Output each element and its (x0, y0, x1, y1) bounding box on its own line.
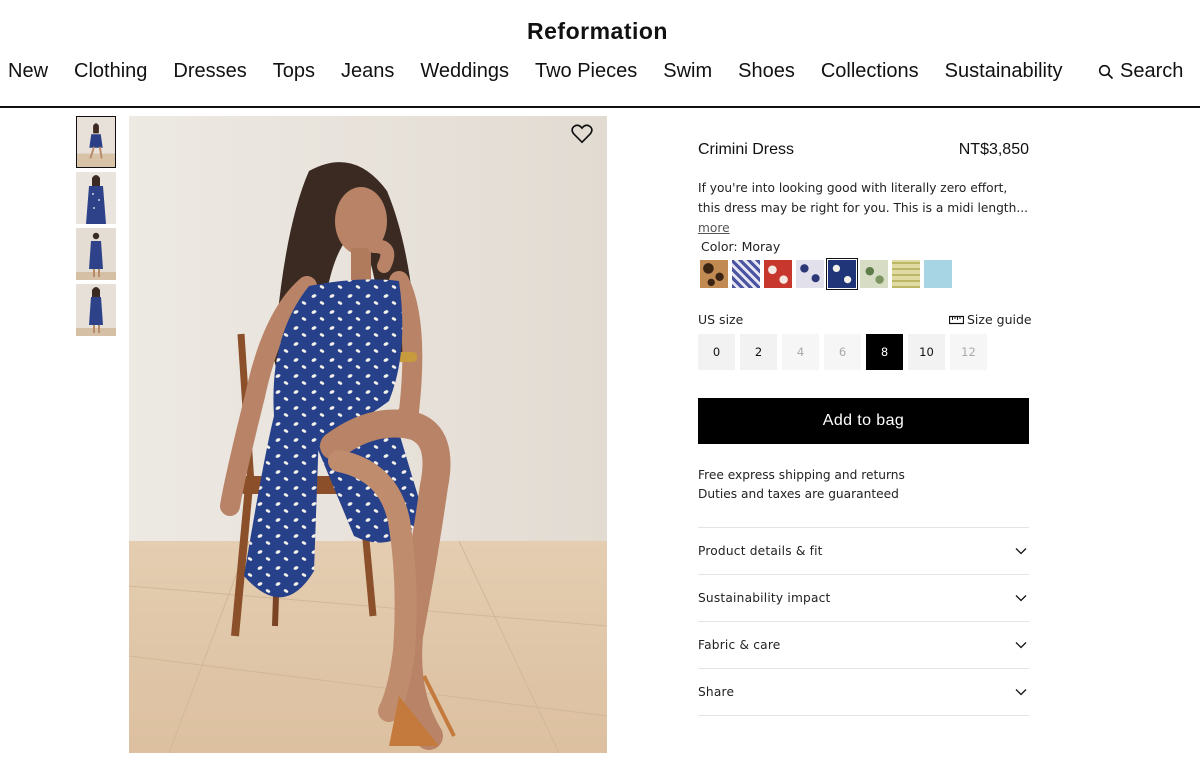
swatch-green-floral[interactable] (860, 260, 888, 288)
size-option-6[interactable]: 6 (824, 334, 861, 370)
swatch-blue-floral[interactable] (732, 260, 760, 288)
nav-item-weddings[interactable]: Weddings (420, 60, 509, 90)
chevron-down-icon (1015, 689, 1027, 696)
nav-item-jeans[interactable]: Jeans (341, 60, 394, 90)
size-option-10[interactable]: 10 (908, 334, 945, 370)
shipping-info: Free express shipping and returns Duties… (698, 466, 905, 504)
size-guide-label: Size guide (967, 312, 1032, 327)
nav-divider (0, 106, 1200, 108)
size-option-4[interactable]: 4 (782, 334, 819, 370)
description-text: If you're into looking good with literal… (698, 181, 1028, 215)
swatch-leopard[interactable] (700, 260, 728, 288)
thumbnail-4[interactable] (76, 284, 116, 336)
search-label: Search (1120, 60, 1184, 82)
search-button[interactable]: Search (1098, 60, 1183, 83)
add-to-bag-button[interactable]: Add to bag (698, 398, 1029, 444)
thumbnail-list (76, 116, 118, 340)
accordion-share[interactable]: Share (698, 669, 1029, 716)
brand-logo[interactable]: Reformation (0, 18, 1195, 45)
nav-item-collections[interactable]: Collections (821, 60, 919, 90)
size-option-12[interactable]: 12 (950, 334, 987, 370)
swatch-light-blue[interactable] (924, 260, 952, 288)
size-option-8[interactable]: 8 (866, 334, 903, 370)
shipping-line-2: Duties and taxes are guaranteed (698, 487, 899, 501)
nav-item-dresses[interactable]: Dresses (173, 60, 246, 90)
product-hero-image[interactable] (129, 116, 607, 753)
accordion-product-details[interactable]: Product details & fit (698, 528, 1029, 575)
product-description: If you're into looking good with literal… (698, 178, 1029, 238)
thumbnail-2[interactable] (76, 172, 116, 224)
nav-item-tops[interactable]: Tops (273, 60, 315, 90)
accordion-label: Product details & fit (698, 544, 823, 558)
thumbnail-3[interactable] (76, 228, 116, 280)
swatch-navy-dot[interactable] (796, 260, 824, 288)
product-name: Crimini Dress (698, 141, 794, 158)
color-label: Color: Moray (701, 239, 781, 254)
swatch-red-floral[interactable] (764, 260, 792, 288)
more-link[interactable]: more (698, 221, 730, 235)
nav-item-new[interactable]: New (8, 60, 48, 90)
chevron-down-icon (1015, 642, 1027, 649)
size-guide-link[interactable]: Size guide (949, 312, 1032, 327)
color-swatches (700, 258, 952, 290)
chevron-down-icon (1015, 548, 1027, 555)
search-icon (1098, 64, 1114, 79)
product-price: NT$3,850 (958, 141, 1029, 158)
product-accordion: Product details & fit Sustainability imp… (698, 527, 1029, 716)
heart-icon[interactable] (571, 124, 593, 144)
swatch-yellow-check[interactable] (892, 260, 920, 288)
accordion-label: Sustainability impact (698, 591, 831, 605)
size-selector: 0 2 4 6 8 10 12 (698, 334, 987, 370)
nav-item-two-pieces[interactable]: Two Pieces (535, 60, 637, 90)
nav-item-swim[interactable]: Swim (663, 60, 712, 90)
size-option-2[interactable]: 2 (740, 334, 777, 370)
thumbnail-1[interactable] (76, 116, 116, 168)
accordion-label: Share (698, 685, 735, 699)
size-label: US size (698, 312, 744, 327)
swatch-moray[interactable] (826, 258, 858, 290)
accordion-label: Fabric & care (698, 638, 781, 652)
product-info: Crimini Dress NT$3,850 If you're into lo… (698, 136, 1029, 238)
ruler-icon (949, 315, 964, 324)
accordion-sustainability[interactable]: Sustainability impact (698, 575, 1029, 622)
shipping-line-1: Free express shipping and returns (698, 468, 905, 482)
main-nav: New Clothing Dresses Tops Jeans Weddings… (8, 60, 1063, 90)
chevron-down-icon (1015, 595, 1027, 602)
accordion-fabric-care[interactable]: Fabric & care (698, 622, 1029, 669)
nav-item-shoes[interactable]: Shoes (738, 60, 795, 90)
nav-item-sustainability[interactable]: Sustainability (945, 60, 1063, 90)
nav-item-clothing[interactable]: Clothing (74, 60, 147, 90)
size-option-0[interactable]: 0 (698, 334, 735, 370)
